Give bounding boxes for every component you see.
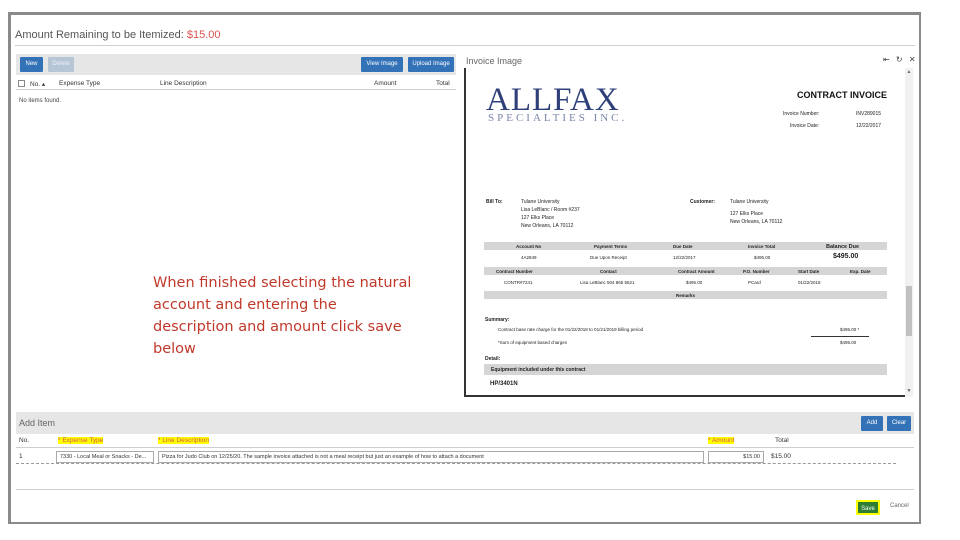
save-button[interactable]: Save	[856, 500, 880, 515]
header-divider	[15, 45, 915, 46]
add-item-bar: Add Clear	[16, 412, 914, 434]
contract-amount-header: Contract Amount	[678, 269, 715, 274]
add-col-line-description: * Line Description	[158, 437, 209, 444]
invoice-date-label: Invoice Date:	[790, 123, 820, 129]
equipment-model: HP/3401N	[490, 381, 518, 387]
no-items-text: No items found.	[19, 98, 62, 104]
payment-terms-header: Payment Terms	[594, 244, 628, 249]
footer-divider	[16, 489, 914, 490]
summary-note: *Sum of equipment based charges	[498, 340, 568, 345]
cancel-button[interactable]: Cancel	[890, 503, 909, 509]
add-col-no: No.	[19, 437, 30, 444]
summary-total: $495.00	[840, 340, 857, 345]
expense-type-required-label: * Expense Type	[58, 437, 104, 444]
start-date: 01/22/2018	[798, 280, 821, 285]
exp-date-header: Exp. Date	[850, 269, 871, 274]
upload-image-button[interactable]: Upload Image	[408, 57, 454, 72]
contact-header: Contact	[600, 269, 617, 274]
contract-number: CONTR#7241	[504, 280, 533, 285]
summary-divider	[811, 336, 869, 337]
col-expense-type[interactable]: Expense Type	[59, 80, 100, 87]
invoice-window-controls-icon[interactable]: ⇤ ↻ ✕	[883, 55, 918, 64]
bill-to-line: Lisa LeBlanc / Room #237	[521, 207, 580, 213]
invoice-image-viewer[interactable]: ALLFAX SPECIALTIES INC. CONTRACT INVOICE…	[464, 68, 905, 397]
amount-remaining-label: Amount Remaining to be Itemized:	[15, 29, 184, 41]
add-item-title: Add Item	[19, 418, 56, 428]
invoice-image-title: Invoice Image	[466, 56, 523, 66]
summary-line: Contract base rate charge for the 01/22/…	[498, 327, 644, 332]
expense-type-select[interactable]: 7330 - Local Meal or Snacks - De...	[56, 451, 154, 463]
po-number: PCard	[748, 280, 761, 285]
contract-amount: $495.00	[686, 280, 703, 285]
line-description-input[interactable]: Pizza for Judo Club on 12/25/20. The sam…	[158, 451, 704, 463]
bill-to-line: 127 Elks Place	[521, 215, 555, 221]
invoice-date: 12/22/2017	[856, 123, 882, 129]
bill-to-line: New Orleans, LA 70112	[521, 223, 574, 229]
row-number: 1	[19, 453, 23, 460]
due-date: 12/22/2017	[673, 255, 696, 260]
clear-button[interactable]: Clear	[887, 416, 911, 431]
summary-label: Summary:	[485, 317, 510, 323]
invoice-total-header: Invoice Total	[748, 244, 776, 249]
customer-line: Tulane University	[730, 199, 769, 205]
invoice-number: INV289015	[856, 111, 882, 117]
add-button[interactable]: Add	[861, 416, 883, 431]
summary-amount: $495.00 *	[840, 327, 860, 332]
amount-remaining: Amount Remaining to be Itemized: $15.00	[15, 29, 220, 41]
col-total[interactable]: Total	[436, 80, 450, 87]
scroll-up-icon[interactable]: ▲	[905, 69, 913, 75]
row-dashed-divider	[16, 463, 896, 464]
remarks-label: Remarks	[676, 293, 696, 298]
amount-required-label: * Amount	[708, 437, 735, 444]
line-description-required-label: * Line Description	[158, 437, 209, 444]
amount-input[interactable]: $15.00	[708, 451, 764, 463]
bill-to-label: Bill To:	[486, 199, 503, 205]
invoice-scrollbar[interactable]: ▲ ▼	[905, 68, 913, 397]
allfax-logo-subtitle: SPECIALTIES INC.	[488, 112, 628, 124]
col-no[interactable]: No. ▴	[30, 80, 45, 88]
amount-remaining-value: $15.00	[186, 29, 221, 41]
balance-due-header: Balance Due	[826, 244, 860, 250]
equipment-label: Equipment included under this contract	[491, 367, 586, 373]
col-line-description[interactable]: Line Description	[160, 80, 207, 87]
start-date-header: Start Date	[798, 269, 820, 274]
row-total: $15.00	[771, 453, 791, 460]
new-button[interactable]: New	[20, 57, 43, 72]
customer-label: Customer:	[690, 199, 716, 205]
po-number-header: P.O. Number	[743, 269, 770, 274]
scroll-down-icon[interactable]: ▼	[905, 388, 913, 394]
customer-line: New Orleans, LA 70112	[730, 219, 783, 225]
delete-button[interactable]: Delete	[48, 57, 74, 72]
contract-invoice-title: CONTRACT INVOICE	[797, 90, 887, 100]
due-date-header: Due Date	[673, 244, 693, 249]
payment-terms: Due Upon Receipt	[590, 255, 627, 260]
account-no: 4A2849	[521, 255, 537, 260]
col-amount[interactable]: Amount	[374, 80, 396, 87]
invoice-total: $495.00	[754, 255, 771, 260]
balance-due: $495.00	[833, 253, 859, 260]
add-col-amount: * Amount	[708, 437, 735, 444]
customer-line: 127 Elks Place	[730, 211, 764, 217]
instruction-annotation: When finished selecting the natural acco…	[153, 275, 412, 357]
select-all-checkbox[interactable]	[18, 80, 25, 87]
add-col-total: Total	[775, 437, 789, 444]
bill-to-line: Tulane University	[521, 199, 560, 205]
add-item-header-divider	[16, 447, 914, 448]
contract-number-header: Contract Number	[496, 269, 533, 274]
scrollbar-thumb[interactable]	[906, 286, 912, 336]
contact: Lisa LeBlanc 504 865 5621	[580, 280, 635, 285]
items-toolbar: New Delete View Image Upload Image	[16, 54, 456, 75]
items-table-header: No. ▴ Expense Type Line Description Amou…	[16, 77, 456, 90]
detail-label: Detail:	[485, 356, 501, 362]
invoice-number-label: Invoice Number:	[783, 111, 820, 117]
add-col-expense-type: * Expense Type	[58, 437, 104, 444]
view-image-button[interactable]: View Image	[361, 57, 403, 72]
account-no-header: Account No	[516, 244, 542, 249]
